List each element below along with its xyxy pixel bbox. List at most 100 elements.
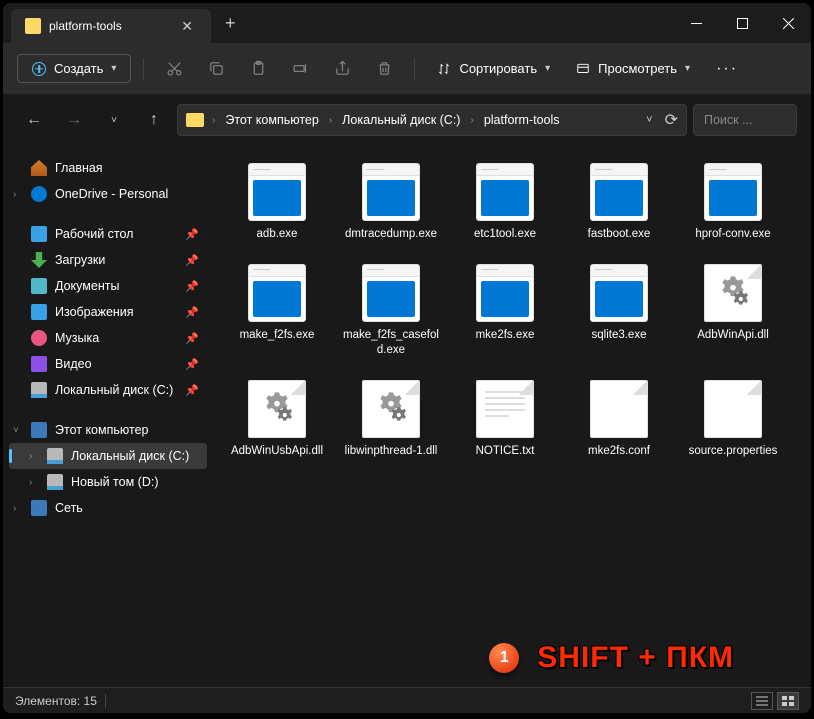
cut-button[interactable]: [156, 51, 192, 87]
pc-icon: [31, 422, 47, 438]
pin-icon: 📌: [185, 384, 199, 397]
file-item[interactable]: mke2fs.conf: [565, 376, 673, 463]
share-button[interactable]: [324, 51, 360, 87]
address-bar[interactable]: › Этот компьютер › Локальный диск (C:) ›…: [177, 104, 687, 136]
sidebar-label: Главная: [55, 161, 103, 175]
exe-icon: [704, 163, 762, 221]
close-tab-icon[interactable]: ✕: [175, 16, 199, 37]
up-button[interactable]: ↑: [137, 103, 171, 137]
recent-dropdown[interactable]: ˅: [97, 103, 131, 137]
file-item[interactable]: source.properties: [679, 376, 787, 463]
file-grid[interactable]: adb.exe dmtracedump.exe etc1tool.exe fastbo…: [213, 145, 811, 687]
exe-icon: [362, 264, 420, 322]
file-item[interactable]: adb.exe: [223, 159, 331, 246]
sidebar-quick-item[interactable]: Документы📌: [9, 273, 207, 299]
sidebar-this-pc[interactable]: ˅ Этот компьютер: [9, 417, 207, 443]
disk-icon: [31, 382, 47, 398]
txt-icon: [476, 380, 534, 438]
exe-icon: [248, 264, 306, 322]
breadcrumb-item[interactable]: Локальный диск (C:): [340, 111, 462, 129]
sidebar-label: Новый том (D:): [71, 475, 159, 489]
forward-button[interactable]: →: [57, 103, 91, 137]
file-item[interactable]: hprof-conv.exe: [679, 159, 787, 246]
search-input[interactable]: Поиск ...: [693, 104, 797, 136]
sort-label: Сортировать: [459, 61, 537, 76]
sidebar-label: Загрузки: [55, 253, 105, 267]
pin-icon: 📌: [185, 306, 199, 319]
new-tab-button[interactable]: +: [211, 5, 250, 42]
plus-icon: [32, 62, 46, 76]
sidebar-quick-item[interactable]: Музыка📌: [9, 325, 207, 351]
paste-button[interactable]: [240, 51, 276, 87]
file-name: AdbWinApi.dll: [697, 328, 769, 343]
sidebar-onedrive[interactable]: › OneDrive - Personal: [9, 181, 207, 207]
more-button[interactable]: ···: [706, 60, 748, 78]
network-icon: [31, 500, 47, 516]
file-name: dmtracedump.exe: [345, 227, 437, 242]
file-item[interactable]: libwinpthread-1.dll: [337, 376, 445, 463]
dll-icon: [248, 380, 306, 438]
minimize-button[interactable]: [673, 3, 719, 43]
file-item[interactable]: etc1tool.exe: [451, 159, 559, 246]
chevron-down-icon[interactable]: ˅: [13, 425, 19, 436]
rename-button[interactable]: [282, 51, 318, 87]
sidebar-quick-item[interactable]: Видео📌: [9, 351, 207, 377]
chevron-right-icon: ›: [208, 115, 219, 126]
chevron-right-icon[interactable]: ›: [29, 451, 32, 462]
sidebar-quick-item[interactable]: Рабочий стол📌: [9, 221, 207, 247]
close-button[interactable]: [765, 3, 811, 43]
pin-icon: 📌: [185, 228, 199, 241]
breadcrumb-item[interactable]: platform-tools: [482, 111, 562, 129]
file-item[interactable]: make_f2fs.exe: [223, 260, 331, 362]
file-item[interactable]: mke2fs.exe: [451, 260, 559, 362]
chevron-down-icon: ▾: [685, 63, 690, 74]
file-icon: [704, 380, 762, 438]
chevron-right-icon[interactable]: ›: [13, 503, 16, 514]
icons-view-button[interactable]: [777, 692, 799, 710]
maximize-button[interactable]: [719, 3, 765, 43]
sidebar: Главная › OneDrive - Personal Рабочий ст…: [3, 145, 213, 687]
title-bar: platform-tools ✕ +: [3, 3, 811, 43]
back-button[interactable]: ←: [17, 103, 51, 137]
file-item[interactable]: AdbWinUsbApi.dll: [223, 376, 331, 463]
chevron-down-icon[interactable]: ˅: [646, 114, 652, 126]
nav-bar: ← → ˅ ↑ › Этот компьютер › Локальный дис…: [3, 95, 811, 145]
file-name: fastboot.exe: [588, 227, 651, 242]
down-icon: [31, 252, 47, 268]
pin-icon: 📌: [185, 280, 199, 293]
breadcrumb-item[interactable]: Этот компьютер: [223, 111, 320, 129]
pin-icon: 📌: [185, 332, 199, 345]
view-dropdown[interactable]: Просмотреть ▾: [566, 55, 700, 82]
file-item[interactable]: fastboot.exe: [565, 159, 673, 246]
chevron-down-icon: ▾: [111, 63, 116, 74]
copy-button[interactable]: [198, 51, 234, 87]
sidebar-quick-item[interactable]: Загрузки📌: [9, 247, 207, 273]
sidebar-quick-item[interactable]: Локальный диск (C:)📌: [9, 377, 207, 403]
file-name: mke2fs.exe: [476, 328, 535, 343]
sidebar-quick-item[interactable]: Изображения📌: [9, 299, 207, 325]
file-item[interactable]: NOTICE.txt: [451, 376, 559, 463]
sidebar-drive-item[interactable]: › Новый том (D:): [9, 469, 207, 495]
sort-dropdown[interactable]: Сортировать ▾: [427, 55, 560, 82]
chevron-right-icon[interactable]: ›: [13, 189, 16, 200]
file-item[interactable]: dmtracedump.exe: [337, 159, 445, 246]
sidebar-network[interactable]: › Сеть: [9, 495, 207, 521]
file-name: libwinpthread-1.dll: [345, 444, 438, 459]
file-item[interactable]: make_f2fs_casefold.exe: [337, 260, 445, 362]
file-item[interactable]: AdbWinApi.dll: [679, 260, 787, 362]
sidebar-label: Сеть: [55, 501, 83, 515]
details-view-button[interactable]: [751, 692, 773, 710]
create-button[interactable]: Создать ▾: [17, 54, 131, 83]
pics-icon: [31, 304, 47, 320]
file-name: adb.exe: [257, 227, 298, 242]
sidebar-drive-item[interactable]: › Локальный диск (C:): [9, 443, 207, 469]
sidebar-home[interactable]: Главная: [9, 155, 207, 181]
delete-button[interactable]: [366, 51, 402, 87]
chevron-down-icon: ▾: [545, 63, 550, 74]
chevron-right-icon[interactable]: ›: [29, 477, 32, 488]
sidebar-label: Локальный диск (C:): [71, 449, 189, 463]
refresh-button[interactable]: ⟳: [665, 110, 678, 130]
file-item[interactable]: sqlite3.exe: [565, 260, 673, 362]
active-tab[interactable]: platform-tools ✕: [11, 9, 211, 43]
create-label: Создать: [54, 61, 103, 76]
